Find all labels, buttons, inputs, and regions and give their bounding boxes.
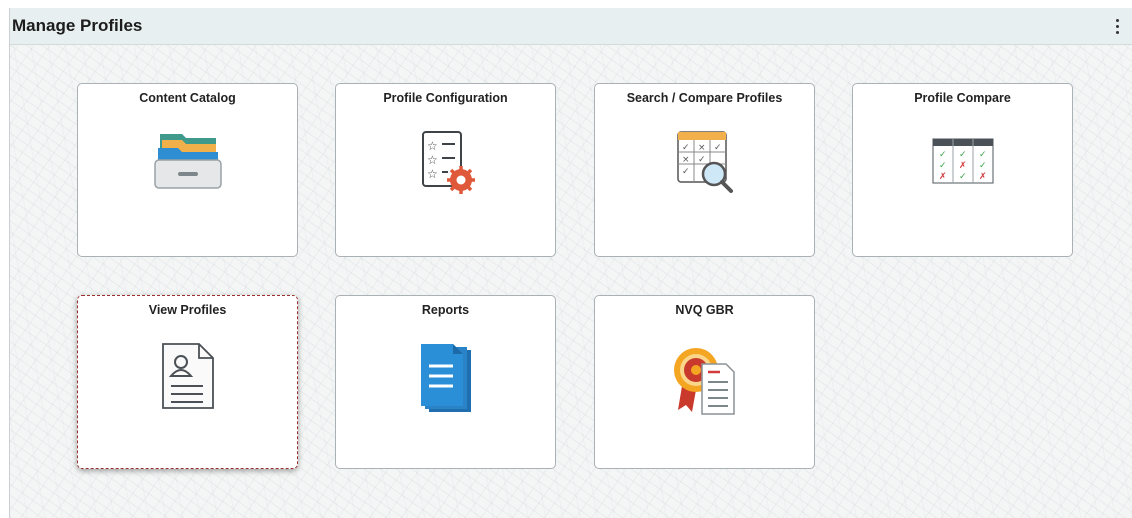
- kebab-dot: [1115, 18, 1119, 22]
- svg-text:✓: ✓: [698, 155, 706, 165]
- tile-search-compare-profiles[interactable]: Search / Compare Profiles ✓ × ✓ × ✓ ✓: [594, 83, 815, 257]
- svg-text:×: ×: [698, 143, 706, 153]
- tile-nvq-gbr[interactable]: NVQ GBR: [594, 295, 815, 469]
- svg-text:✗: ✗: [939, 172, 947, 182]
- grid-magnifier-icon: ✓ × ✓ × ✓ ✓: [674, 130, 736, 199]
- actions-menu-button[interactable]: [1112, 17, 1122, 35]
- tile-label: NVQ GBR: [675, 303, 734, 317]
- svg-text:✗: ✗: [979, 172, 987, 182]
- tile-profile-compare[interactable]: Profile Compare ✓ ✓ ✓ ✓ ✗ ✓ ✗ ✓ ✗: [852, 83, 1073, 257]
- svg-text:✓: ✓: [979, 150, 987, 160]
- svg-text:✓: ✓: [959, 172, 967, 182]
- tile-content-catalog[interactable]: Content Catalog: [77, 83, 298, 257]
- page-header: Manage Profiles: [10, 8, 1132, 45]
- stacked-report-icon: [417, 342, 475, 419]
- svg-text:✓: ✓: [939, 161, 947, 171]
- tile-label: Profile Configuration: [383, 91, 508, 105]
- tile-view-profiles[interactable]: View Profiles: [77, 295, 298, 469]
- compare-table-icon: ✓ ✓ ✓ ✓ ✗ ✓ ✗ ✓ ✗: [931, 138, 994, 189]
- svg-text:☆: ☆: [427, 153, 438, 167]
- star-checklist-gear-icon: ☆ ☆ ☆: [415, 130, 477, 199]
- svg-text:☆: ☆: [427, 167, 438, 181]
- tile-reports[interactable]: Reports: [335, 295, 556, 469]
- svg-text:✗: ✗: [959, 161, 967, 171]
- svg-text:×: ×: [682, 155, 690, 165]
- page-title: Manage Profiles: [12, 16, 143, 35]
- svg-text:☆: ☆: [427, 139, 438, 153]
- tile-label: Search / Compare Profiles: [626, 91, 783, 105]
- svg-text:✓: ✓: [979, 161, 987, 171]
- page-frame: Manage Profiles Content Catalog Profile …: [9, 8, 1132, 518]
- svg-text:✓: ✓: [682, 143, 690, 153]
- profile-document-icon: [159, 342, 217, 417]
- svg-text:✓: ✓: [682, 167, 690, 177]
- svg-text:✓: ✓: [959, 150, 967, 160]
- tile-label: Content Catalog: [139, 91, 236, 105]
- kebab-dot: [1115, 24, 1119, 28]
- svg-text:✓: ✓: [939, 150, 947, 160]
- award-ribbon-document-icon: [672, 342, 738, 421]
- tile-label: Profile Compare: [914, 91, 1011, 105]
- folder-drawer-icon: [152, 130, 224, 197]
- tile-label: View Profiles: [148, 303, 227, 317]
- kebab-dot: [1115, 30, 1119, 34]
- tile-label: Reports: [421, 303, 470, 317]
- tile-profile-configuration[interactable]: Profile Configuration ☆ ☆ ☆: [335, 83, 556, 257]
- svg-text:✓: ✓: [714, 143, 722, 153]
